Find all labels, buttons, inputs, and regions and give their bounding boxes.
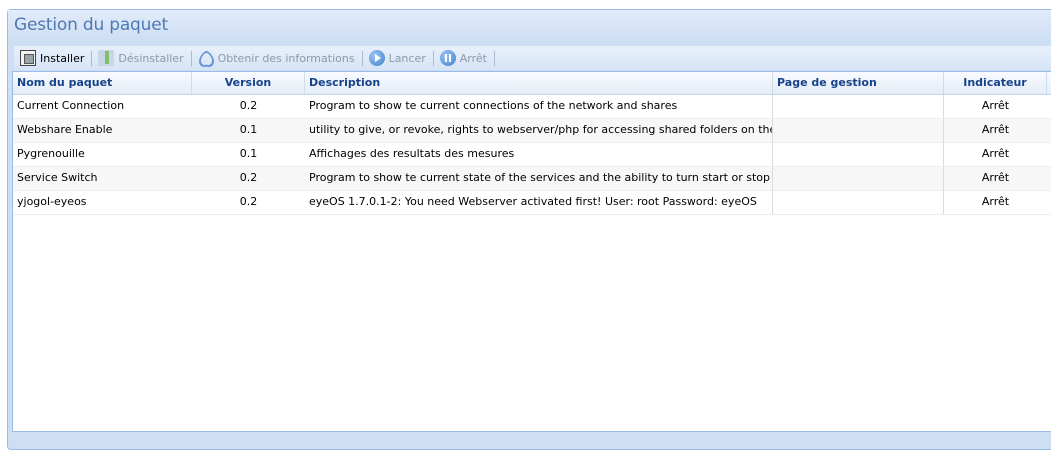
column-header-description[interactable]: Description xyxy=(305,72,773,94)
cell-version: 0.1 xyxy=(239,123,258,136)
cell-description: Program to show te current state of the … xyxy=(305,167,773,190)
table-header: Nom du paquet Version Description Page d… xyxy=(13,72,1051,95)
uninstall-button[interactable]: Désinstaller xyxy=(98,46,188,70)
uninstall-icon xyxy=(98,50,115,66)
cell-name: Current Connection xyxy=(17,99,125,112)
table-row[interactable]: Current Connection 0.2 Program to show t… xyxy=(13,95,1051,119)
cell-version: 0.2 xyxy=(239,171,258,184)
cell-indicator: Arrêt xyxy=(981,123,1010,136)
cell-indicator: Arrêt xyxy=(981,99,1010,112)
cell-name: Pygrenouille xyxy=(17,147,85,160)
cell-description: Program to show te current connections o… xyxy=(305,95,773,118)
cell-admin-page xyxy=(773,167,944,190)
cell-name: Service Switch xyxy=(17,171,98,184)
get-info-button[interactable]: Obtenir des informations xyxy=(198,46,360,70)
install-button-label: Installer xyxy=(40,51,85,65)
cell-name: yjogol-eyeos xyxy=(17,195,87,208)
table-row[interactable]: Pygrenouille 0.1 Affichages des resultat… xyxy=(13,143,1051,167)
launch-button[interactable]: Lancer xyxy=(368,46,431,70)
package-table: Nom du paquet Version Description Page d… xyxy=(12,71,1051,432)
cell-version: 0.2 xyxy=(239,195,258,208)
install-icon xyxy=(20,50,36,66)
stop-button[interactable]: Arrêt xyxy=(439,46,492,70)
toolbar: Installer Désinstaller Obtenir des infor… xyxy=(14,46,1051,70)
launch-button-label: Lancer xyxy=(388,51,426,65)
toolbar-separator xyxy=(361,50,363,66)
stop-icon xyxy=(439,50,456,66)
cell-name: Webshare Enable xyxy=(17,123,113,136)
panel-header: Gestion du paquet xyxy=(8,10,1051,39)
toolbar-separator xyxy=(91,50,93,66)
cell-version: 0.1 xyxy=(239,147,258,160)
table-row[interactable]: yjogol-eyeos 0.2 eyeOS 1.7.0.1-2: You ne… xyxy=(13,191,1051,215)
column-header-name[interactable]: Nom du paquet xyxy=(13,72,192,94)
column-header-admin-page[interactable]: Page de gestion xyxy=(773,72,944,94)
play-icon xyxy=(368,50,385,66)
install-button[interactable]: Installer xyxy=(20,46,89,70)
cell-admin-page xyxy=(773,95,944,118)
cell-admin-page xyxy=(773,191,944,214)
cell-admin-page xyxy=(773,143,944,166)
table-row[interactable]: Webshare Enable 0.1 utility to give, or … xyxy=(13,119,1051,143)
cell-description: eyeOS 1.7.0.1-2: You need Webserver acti… xyxy=(305,191,773,214)
column-header-version[interactable]: Version xyxy=(192,72,305,94)
cell-description: Affichages des resultats des mesures xyxy=(305,143,773,166)
cell-admin-page xyxy=(773,119,944,142)
info-icon xyxy=(198,50,214,66)
column-header-indicator[interactable]: Indicateur xyxy=(944,72,1047,94)
toolbar-separator xyxy=(190,50,192,66)
cell-indicator: Arrêt xyxy=(981,147,1010,160)
get-info-button-label: Obtenir des informations xyxy=(217,51,355,65)
toolbar-separator xyxy=(432,50,434,66)
cell-indicator: Arrêt xyxy=(981,171,1010,184)
table-row[interactable]: Service Switch 0.2 Program to show te cu… xyxy=(13,167,1051,191)
cell-version: 0.2 xyxy=(239,99,258,112)
stop-button-label: Arrêt xyxy=(459,51,487,65)
panel-title: Gestion du paquet xyxy=(14,15,168,35)
uninstall-button-label: Désinstaller xyxy=(118,51,184,65)
cell-indicator: Arrêt xyxy=(981,195,1010,208)
cell-description: utility to give, or revoke, rights to we… xyxy=(305,119,773,142)
toolbar-separator xyxy=(493,50,495,66)
